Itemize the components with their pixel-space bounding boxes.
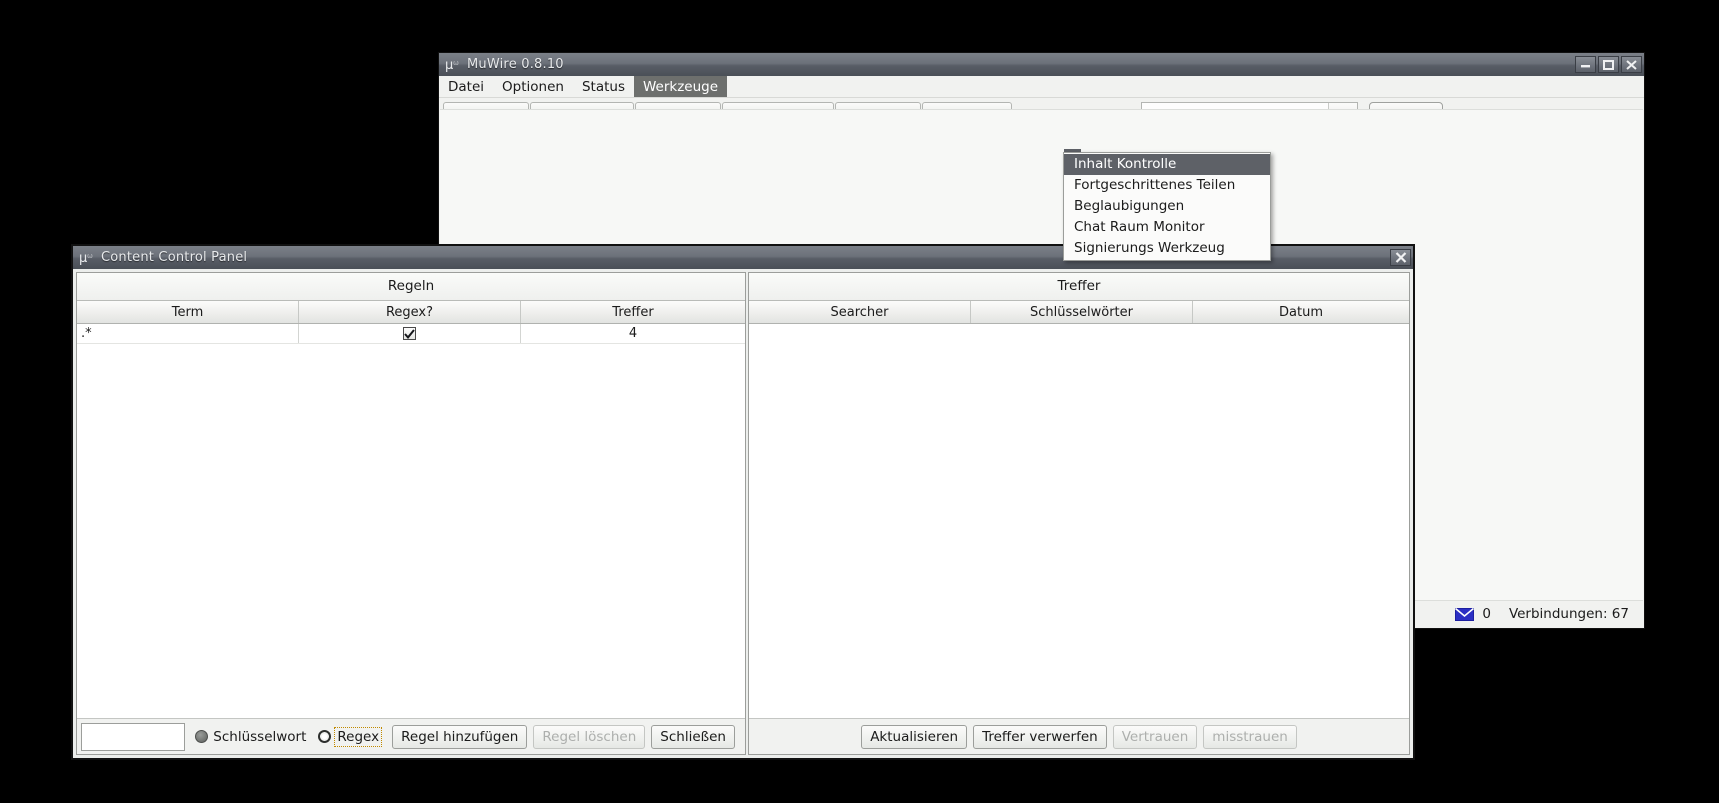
ccp-window-controls — [1390, 249, 1411, 266]
discard-hits-button[interactable]: Treffer verwerfen — [973, 725, 1107, 749]
rules-column-treffer[interactable]: Treffer — [521, 301, 745, 323]
close-icon — [1395, 252, 1407, 263]
rule-term-input[interactable] — [81, 723, 185, 751]
main-menubar: Datei Optionen Status Werkzeuge — [439, 76, 1644, 98]
maximize-button[interactable] — [1598, 56, 1619, 73]
rule-treffer-cell: 4 — [521, 324, 745, 343]
regex-checkbox[interactable] — [403, 327, 416, 340]
menu-werkzeuge[interactable]: Werkzeuge — [634, 76, 727, 97]
menu-datei[interactable]: Datei — [439, 76, 493, 97]
content-control-panel-window: μ ω Content Control Panel Regeln Term Re… — [71, 244, 1415, 760]
checkmark-icon — [404, 329, 415, 339]
minimize-button[interactable] — [1575, 56, 1596, 73]
minimize-icon — [1580, 60, 1591, 69]
refresh-hits-button[interactable]: Aktualisieren — [861, 725, 967, 749]
connections-label: Verbindungen: 67 — [1509, 606, 1629, 622]
close-button[interactable] — [1621, 56, 1642, 73]
hits-column-datum[interactable]: Datum — [1193, 301, 1409, 323]
rule-term-cell: .* — [77, 324, 299, 343]
hits-table-header: Searcher Schlüsselwörter Datum — [749, 301, 1409, 324]
main-window-controls — [1575, 56, 1642, 73]
screen-root: μ ω MuWire 0.8.10 — [0, 0, 1719, 803]
hits-panel-title: Treffer — [749, 273, 1409, 301]
menu-item-beglaubigungen[interactable]: Beglaubigungen — [1064, 196, 1270, 217]
maximize-icon — [1603, 60, 1614, 70]
hits-column-searcher[interactable]: Searcher — [749, 301, 971, 323]
menu-item-signierungs-werkzeug[interactable]: Signierungs Werkzeug — [1064, 238, 1270, 259]
menu-optionen[interactable]: Optionen — [493, 76, 573, 97]
ccp-body: Regeln Term Regex? Treffer .* — [76, 272, 1410, 755]
rules-table-body: .* 4 — [77, 324, 745, 718]
muwire-mu-icon: μ ω — [79, 250, 96, 265]
hits-table-body — [749, 324, 1409, 718]
radio-regex-label: Regex — [336, 729, 380, 745]
distrust-button[interactable]: misstrauen — [1203, 725, 1297, 749]
rules-panel-title: Regeln — [77, 273, 745, 301]
rules-column-term[interactable]: Term — [77, 301, 299, 323]
add-rule-button[interactable]: Regel hinzufügen — [392, 725, 527, 749]
rules-column-regex[interactable]: Regex? — [299, 301, 521, 323]
radio-regex[interactable]: Regex — [318, 729, 380, 745]
svg-text:ω: ω — [453, 59, 459, 67]
rules-panel-footer: Schlüsselwort Regex Regel hinzufügen Reg… — [77, 718, 745, 754]
rules-panel: Regeln Term Regex? Treffer .* — [76, 272, 746, 755]
table-row[interactable]: .* 4 — [77, 324, 745, 344]
rules-table-header: Term Regex? Treffer — [77, 301, 745, 324]
main-window-titlebar[interactable]: μ ω MuWire 0.8.10 — [439, 53, 1644, 76]
hits-footer-buttons: Aktualisieren Treffer verwerfen Vertraue… — [753, 725, 1405, 749]
radio-keyword-indicator — [195, 730, 208, 743]
close-icon — [1626, 60, 1637, 70]
radio-keyword-label: Schlüsselwort — [213, 729, 306, 745]
svg-text:ω: ω — [87, 252, 93, 260]
envelope-icon[interactable] — [1455, 608, 1474, 621]
ccp-close-button[interactable] — [1390, 249, 1411, 266]
delete-rule-button[interactable]: Regel löschen — [533, 725, 645, 749]
werkzeuge-dropdown-menu: Inhalt Kontrolle Fortgeschrittenes Teile… — [1063, 152, 1271, 261]
trust-button[interactable]: Vertrauen — [1113, 725, 1198, 749]
muwire-mu-icon: μ ω — [445, 57, 462, 72]
rule-regex-cell[interactable] — [299, 324, 521, 343]
radio-regex-indicator — [318, 730, 331, 743]
menu-status[interactable]: Status — [573, 76, 634, 97]
menu-item-chat-raum-monitor[interactable]: Chat Raum Monitor — [1064, 217, 1270, 238]
close-panel-button[interactable]: Schließen — [651, 725, 735, 749]
menu-item-fortgeschrittenes-teilen[interactable]: Fortgeschrittenes Teilen — [1064, 175, 1270, 196]
menu-item-inhalt-kontrolle[interactable]: Inhalt Kontrolle — [1064, 154, 1270, 175]
hits-column-keywords[interactable]: Schlüsselwörter — [971, 301, 1193, 323]
hits-panel: Treffer Searcher Schlüsselwörter Datum A… — [748, 272, 1410, 755]
main-window-title: MuWire 0.8.10 — [467, 57, 1575, 72]
unread-message-count: 0 — [1482, 606, 1491, 622]
hits-panel-footer: Aktualisieren Treffer verwerfen Vertraue… — [749, 718, 1409, 754]
radio-keyword[interactable]: Schlüsselwort — [195, 729, 306, 745]
